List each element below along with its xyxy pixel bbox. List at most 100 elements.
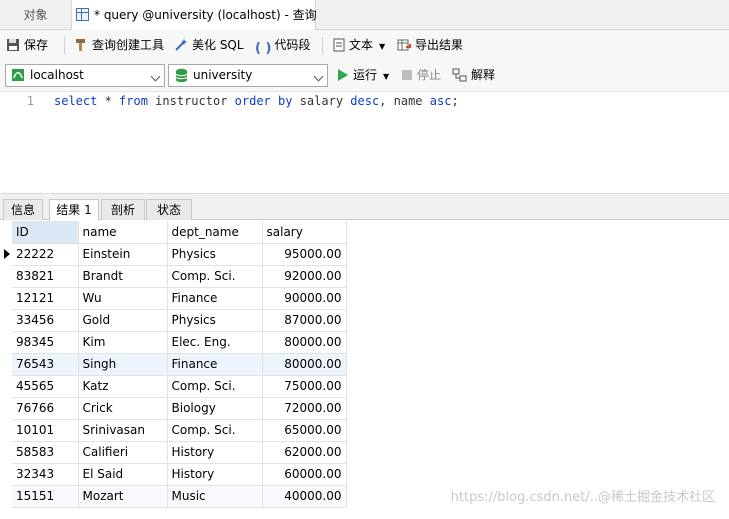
cell-id[interactable]: 83821 (12, 265, 79, 288)
row-marker[interactable] (0, 441, 12, 463)
row-marker[interactable] (0, 485, 12, 507)
chevron-down-icon (150, 71, 161, 82)
cell-name[interactable]: Gold (78, 309, 168, 332)
row-marker[interactable] (0, 463, 12, 485)
table-row[interactable]: 10101 Srinivasan Comp. Sci. 65000.00 (0, 419, 347, 442)
code-snippet-button[interactable]: ( ) 代码段 (255, 30, 310, 61)
cell-name[interactable]: Wu (78, 287, 168, 310)
cell-id[interactable]: 12121 (12, 287, 79, 310)
cell-salary[interactable]: 62000.00 (262, 441, 347, 464)
cell-dept-name[interactable]: History (167, 441, 263, 464)
row-marker[interactable] (0, 265, 12, 287)
dropdown-arrow-icon[interactable]: ▼ (379, 42, 385, 51)
sql-code-line[interactable]: select * from instructor order by salary… (54, 94, 459, 108)
cell-salary[interactable]: 60000.00 (262, 463, 347, 486)
cell-name[interactable]: Katz (78, 375, 168, 398)
cell-name[interactable]: Mozart (78, 485, 168, 508)
cell-dept-name[interactable]: Physics (167, 309, 263, 332)
tab-profile[interactable]: 剖析 (101, 199, 145, 220)
tab-result-1[interactable]: 结果 1 (49, 199, 99, 221)
cell-id[interactable]: 10101 (12, 419, 79, 442)
cell-id[interactable]: 98345 (12, 331, 79, 354)
text-button[interactable]: 文本 ▼ (333, 30, 385, 61)
cell-id[interactable]: 58583 (12, 441, 79, 464)
stop-button[interactable]: 停止 (402, 64, 441, 87)
cell-id[interactable]: 22222 (12, 243, 79, 266)
beautify-sql-button[interactable]: 美化 SQL (174, 30, 244, 61)
table-row[interactable]: 83821 Brandt Comp. Sci. 92000.00 (0, 265, 347, 288)
cell-salary[interactable]: 80000.00 (262, 331, 347, 354)
cell-name[interactable]: Kim (78, 331, 168, 354)
cell-id[interactable]: 32343 (12, 463, 79, 486)
row-marker[interactable] (0, 309, 12, 331)
row-marker[interactable] (0, 353, 12, 375)
cell-salary[interactable]: 75000.00 (262, 375, 347, 398)
table-row[interactable]: 98345 Kim Elec. Eng. 80000.00 (0, 331, 347, 354)
tab-info[interactable]: 信息 (3, 199, 43, 220)
table-row[interactable]: 22222 Einstein Physics 95000.00 (0, 243, 347, 266)
table-row[interactable]: 58583 Califieri History 62000.00 (0, 441, 347, 464)
server-select[interactable]: localhost (5, 64, 165, 87)
explain-button[interactable]: 解释 (452, 64, 495, 87)
tab-status[interactable]: 状态 (146, 199, 192, 220)
cell-name[interactable]: El Said (78, 463, 168, 486)
tab-query[interactable]: * query @university (localhost) - 查询 (72, 0, 317, 30)
cell-dept-name[interactable]: Comp. Sci. (167, 265, 263, 288)
column-header-id[interactable]: ID (12, 221, 79, 244)
cell-salary[interactable]: 90000.00 (262, 287, 347, 310)
cell-dept-name[interactable]: Finance (167, 353, 263, 376)
cell-name[interactable]: Singh (78, 353, 168, 376)
table-row[interactable]: 45565 Katz Comp. Sci. 75000.00 (0, 375, 347, 398)
cell-dept-name[interactable]: Music (167, 485, 263, 508)
column-header-name[interactable]: name (78, 221, 168, 244)
row-marker[interactable] (0, 287, 12, 309)
hammer-icon (76, 39, 85, 51)
result-grid[interactable]: ID name dept_name salary 22222 Einstein Ph… (0, 221, 347, 508)
cell-salary[interactable]: 92000.00 (262, 265, 347, 288)
cell-salary[interactable]: 65000.00 (262, 419, 347, 442)
cell-id[interactable]: 76543 (12, 353, 79, 376)
cell-dept-name[interactable]: Biology (167, 397, 263, 420)
export-results-button[interactable]: 导出结果 (397, 30, 463, 61)
cell-name[interactable]: Crick (78, 397, 168, 420)
cell-salary[interactable]: 95000.00 (262, 243, 347, 266)
row-marker[interactable] (0, 375, 12, 397)
run-button[interactable]: 运行 ▼ (338, 64, 389, 87)
cell-id[interactable]: 15151 (12, 485, 79, 508)
table-row[interactable]: 33456 Gold Physics 87000.00 (0, 309, 347, 332)
cell-salary[interactable]: 87000.00 (262, 309, 347, 332)
cell-salary[interactable]: 80000.00 (262, 353, 347, 376)
table-row[interactable]: 76766 Crick Biology 72000.00 (0, 397, 347, 420)
cell-name[interactable]: Srinivasan (78, 419, 168, 442)
cell-dept-name[interactable]: Comp. Sci. (167, 375, 263, 398)
dropdown-arrow-icon[interactable]: ▼ (383, 72, 389, 81)
query-builder-button[interactable]: 查询创建工具 (74, 30, 164, 61)
cell-dept-name[interactable]: Physics (167, 243, 263, 266)
cell-dept-name[interactable]: History (167, 463, 263, 486)
row-marker[interactable] (0, 243, 12, 265)
table-row[interactable]: 32343 El Said History 60000.00 (0, 463, 347, 486)
row-marker[interactable] (0, 331, 12, 353)
cell-name[interactable]: Einstein (78, 243, 168, 266)
cell-id[interactable]: 45565 (12, 375, 79, 398)
table-row[interactable]: 12121 Wu Finance 90000.00 (0, 287, 347, 310)
row-marker[interactable] (0, 397, 12, 419)
column-header-dept-name[interactable]: dept_name (167, 221, 263, 244)
row-marker[interactable] (0, 419, 12, 441)
table-row[interactable]: 76543 Singh Finance 80000.00 (0, 353, 347, 376)
cell-id[interactable]: 33456 (12, 309, 79, 332)
column-header-salary[interactable]: salary (262, 221, 347, 244)
cell-id[interactable]: 76766 (12, 397, 79, 420)
table-row[interactable]: 15151 Mozart Music 40000.00 (0, 485, 347, 508)
tab-objects[interactable]: 对象 (0, 0, 72, 30)
sql-editor[interactable]: 1 select * from instructor order by sala… (0, 91, 729, 193)
cell-dept-name[interactable]: Elec. Eng. (167, 331, 263, 354)
database-select[interactable]: university (168, 64, 328, 87)
cell-dept-name[interactable]: Comp. Sci. (167, 419, 263, 442)
save-button[interactable]: 保存 (6, 30, 48, 61)
cell-name[interactable]: Brandt (78, 265, 168, 288)
cell-salary[interactable]: 40000.00 (262, 485, 347, 508)
cell-name[interactable]: Califieri (78, 441, 168, 464)
cell-dept-name[interactable]: Finance (167, 287, 263, 310)
cell-salary[interactable]: 72000.00 (262, 397, 347, 420)
